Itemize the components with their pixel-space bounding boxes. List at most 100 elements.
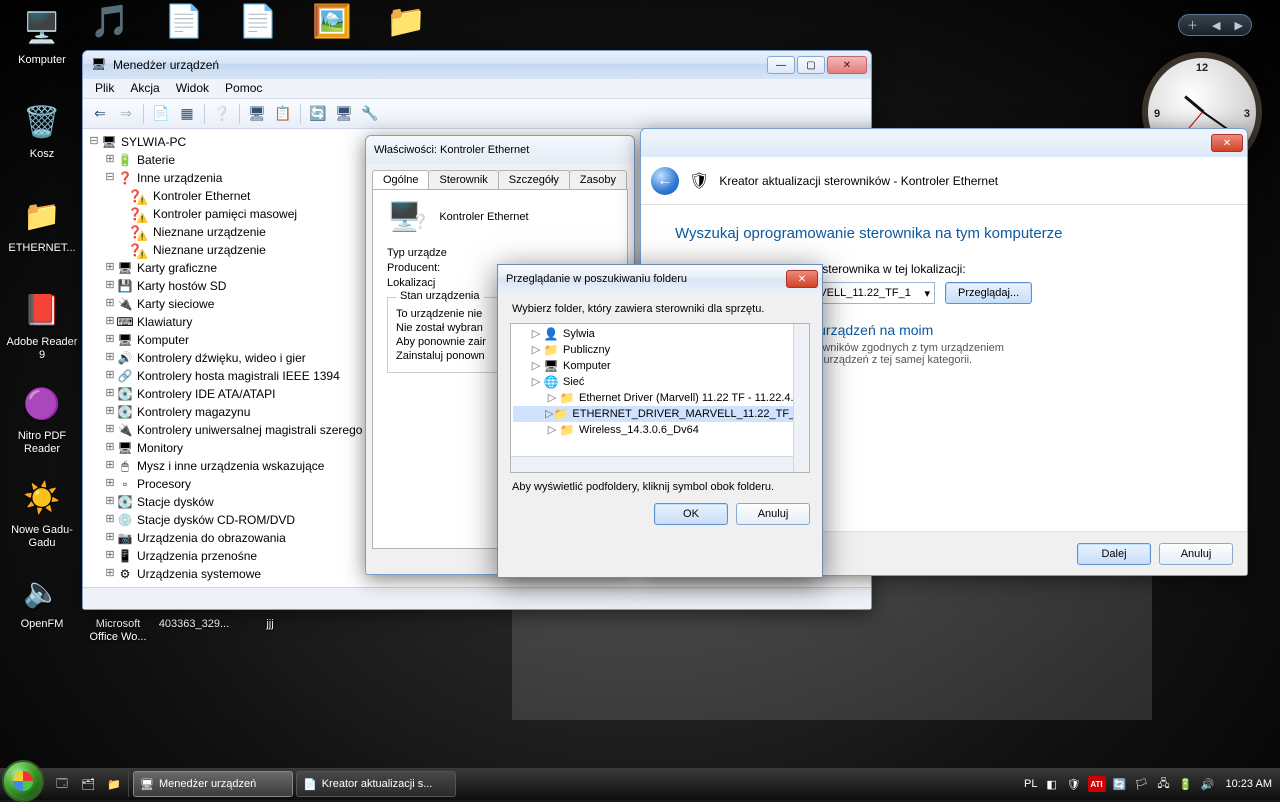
task-buttons[interactable]: 🖥Menedżer urządzeń📄Kreator aktualizacji … [129, 771, 1016, 797]
scan-icon[interactable]: 🖥 [246, 103, 268, 125]
menu-item[interactable]: Akcja [122, 79, 167, 98]
desktop-icon[interactable]: 📄 [160, 2, 208, 50]
task-button[interactable]: 🖥Menedżer urządzeń [133, 771, 293, 797]
folder-node[interactable]: ▷📁Ethernet Driver (Marvell) 11.22 TF - 1… [513, 390, 807, 406]
ok-button[interactable]: OK [654, 503, 728, 525]
chevron-down-icon[interactable]: ▾ [924, 287, 930, 300]
expand-icon[interactable]: ⊞ [103, 151, 117, 169]
expand-icon[interactable]: ⊞ [103, 565, 117, 583]
expand-icon[interactable]: ▷ [529, 375, 543, 389]
clock[interactable]: 10:23 AM [1226, 778, 1272, 790]
folder-node[interactable]: ▷👤Sylwia [513, 326, 807, 342]
nav-back-icon[interactable]: ⇐ [89, 103, 111, 125]
update-driver-icon[interactable]: 🔄 [307, 103, 329, 125]
expand-icon[interactable]: ⊞ [103, 385, 117, 403]
menu-item[interactable]: Pomoc [217, 79, 270, 98]
minimize-button[interactable]: — [767, 56, 795, 74]
expand-icon[interactable]: ⊞ [103, 295, 117, 313]
desktop-icon[interactable]: 🗑️Kosz [6, 98, 78, 161]
folder-node[interactable]: ▷🖥Komputer [513, 358, 807, 374]
expand-icon[interactable]: ⊞ [103, 493, 117, 511]
show-desktop-icon[interactable]: 🗔 [50, 772, 74, 796]
expand-icon[interactable]: ⊞ [103, 439, 117, 457]
properties-icon[interactable]: 📋 [272, 103, 294, 125]
expand-icon[interactable]: ⊟ [103, 169, 117, 187]
task-button[interactable]: 📄Kreator aktualizacji s... [296, 771, 456, 797]
tab-strip[interactable]: OgólneSterownikSzczegółyZasoby [372, 170, 628, 189]
expand-icon[interactable]: ▷ [529, 327, 543, 341]
expand-icon[interactable]: ⊞ [103, 349, 117, 367]
desktop-icon[interactable]: 🎵 [86, 2, 134, 50]
tray-chevron-icon[interactable]: ◧ [1044, 776, 1060, 792]
expand-icon[interactable]: ⊞ [103, 529, 117, 547]
desktop-icon[interactable]: 📁 [382, 2, 430, 50]
menu-item[interactable]: Widok [168, 79, 217, 98]
nav-fwd-icon[interactable]: ⇒ [115, 103, 137, 125]
desktop-icon[interactable]: 📕Adobe Reader 9 [6, 286, 78, 361]
expand-icon[interactable]: ▷ [529, 343, 543, 357]
start-button[interactable] [2, 760, 44, 802]
folder-tree[interactable]: ▷👤Sylwia▷📁Publiczny▷🖥Komputer▷🌐Sieć▷📁Eth… [510, 323, 810, 473]
folder-node[interactable]: ▷📁Wireless_14.3.0.6_Dv64 [513, 422, 807, 438]
expand-icon[interactable]: ⊞ [103, 547, 117, 565]
quick-launch-item[interactable]: 📁 [102, 772, 126, 796]
titlebar[interactable]: 🖥 Menedżer urządzeń — ▢ ✕ [83, 51, 871, 79]
disable-icon[interactable]: 🔧 [359, 103, 381, 125]
expand-icon[interactable]: ⊞ [103, 367, 117, 385]
tray-update-icon[interactable]: 🔄 [1112, 776, 1128, 792]
desktop-icon[interactable]: 🖥️Komputer [6, 4, 78, 67]
scrollbar-vertical[interactable] [793, 324, 809, 472]
desktop-icon[interactable]: 🖼️ [308, 2, 356, 50]
desktop-icon[interactable]: 📄 [234, 2, 282, 50]
desktop-icon[interactable]: 🟣Nitro PDF Reader [6, 380, 78, 455]
tray-flag-icon[interactable]: 🏳 [1134, 776, 1150, 792]
up-icon[interactable]: 📄 [150, 103, 172, 125]
expand-icon[interactable]: ⊞ [103, 313, 117, 331]
titlebar[interactable]: ✕ [641, 129, 1247, 157]
tray-ati-icon[interactable]: ATI [1088, 776, 1106, 792]
expand-icon[interactable]: ▷ [545, 423, 559, 437]
folder-node[interactable]: ▷📁ETHERNET_DRIVER_MARVELL_11.22_TF_11... [513, 406, 807, 422]
close-button[interactable]: ✕ [786, 270, 818, 288]
tab[interactable]: Ogólne [372, 170, 429, 189]
expand-icon[interactable]: ▷ [545, 391, 559, 405]
tab[interactable]: Sterownik [428, 170, 498, 189]
toolbar[interactable]: ⇐ ⇒ 📄 ▦ ❔ 🖥 📋 🔄 🖥 🔧 [83, 99, 871, 129]
expand-icon[interactable]: ⊞ [103, 457, 117, 475]
expand-icon[interactable]: ⊞ [103, 259, 117, 277]
expand-icon[interactable]: ⊞ [103, 331, 117, 349]
next-button[interactable]: Dalej [1077, 543, 1151, 565]
tray-network-icon[interactable]: 🖧 [1156, 776, 1172, 792]
close-button[interactable]: ✕ [827, 56, 867, 74]
tray-volume-icon[interactable]: 🔊 [1200, 776, 1216, 792]
titlebar[interactable]: Przeglądanie w poszukiwaniu folderu ✕ [498, 265, 822, 293]
folder-node[interactable]: ▷🌐Sieć [513, 374, 807, 390]
expand-icon[interactable]: ⊞ [103, 511, 117, 529]
menu-bar[interactable]: PlikAkcjaWidokPomoc [83, 79, 871, 99]
quick-launch[interactable]: 🗔 🗂 📁 [48, 771, 129, 797]
expand-icon[interactable]: ▷ [529, 359, 543, 373]
menu-item[interactable]: Plik [87, 79, 122, 98]
switch-windows-icon[interactable]: 🗂 [76, 772, 100, 796]
expand-icon[interactable]: ⊞ [103, 277, 117, 295]
cancel-button[interactable]: Anuluj [736, 503, 810, 525]
maximize-button[interactable]: ▢ [797, 56, 825, 74]
titlebar[interactable]: Właściwości: Kontroler Ethernet [366, 136, 634, 164]
cancel-button[interactable]: Anuluj [1159, 543, 1233, 565]
back-button[interactable]: ← [651, 167, 679, 195]
tray-battery-icon[interactable]: 🔋 [1178, 776, 1194, 792]
folder-node[interactable]: ▷📁Publiczny [513, 342, 807, 358]
expand-icon[interactable]: ⊟ [87, 133, 101, 151]
help-icon[interactable]: ❔ [211, 103, 233, 125]
system-tray[interactable]: PL ◧ 🛡 ATI 🔄 🏳 🖧 🔋 🔊 10:23 AM [1016, 776, 1280, 792]
expand-icon[interactable]: ⊞ [103, 403, 117, 421]
desktop-icon[interactable]: 🔈OpenFM [6, 568, 78, 631]
taskbar[interactable]: 🗔 🗂 📁 🖥Menedżer urządzeń📄Kreator aktuali… [0, 768, 1280, 800]
desktop-icon[interactable]: ☀️Nowe Gadu-Gadu [6, 474, 78, 549]
desktop-icon[interactable]: 📁ETHERNET... [6, 192, 78, 255]
browse-button[interactable]: Przeglądaj... [945, 282, 1032, 304]
scrollbar-horizontal[interactable] [511, 456, 793, 472]
browse-folder-dialog[interactable]: Przeglądanie w poszukiwaniu folderu ✕ Wy… [497, 264, 823, 578]
tray-security-icon[interactable]: 🛡 [1066, 776, 1082, 792]
close-button[interactable]: ✕ [1211, 134, 1243, 152]
